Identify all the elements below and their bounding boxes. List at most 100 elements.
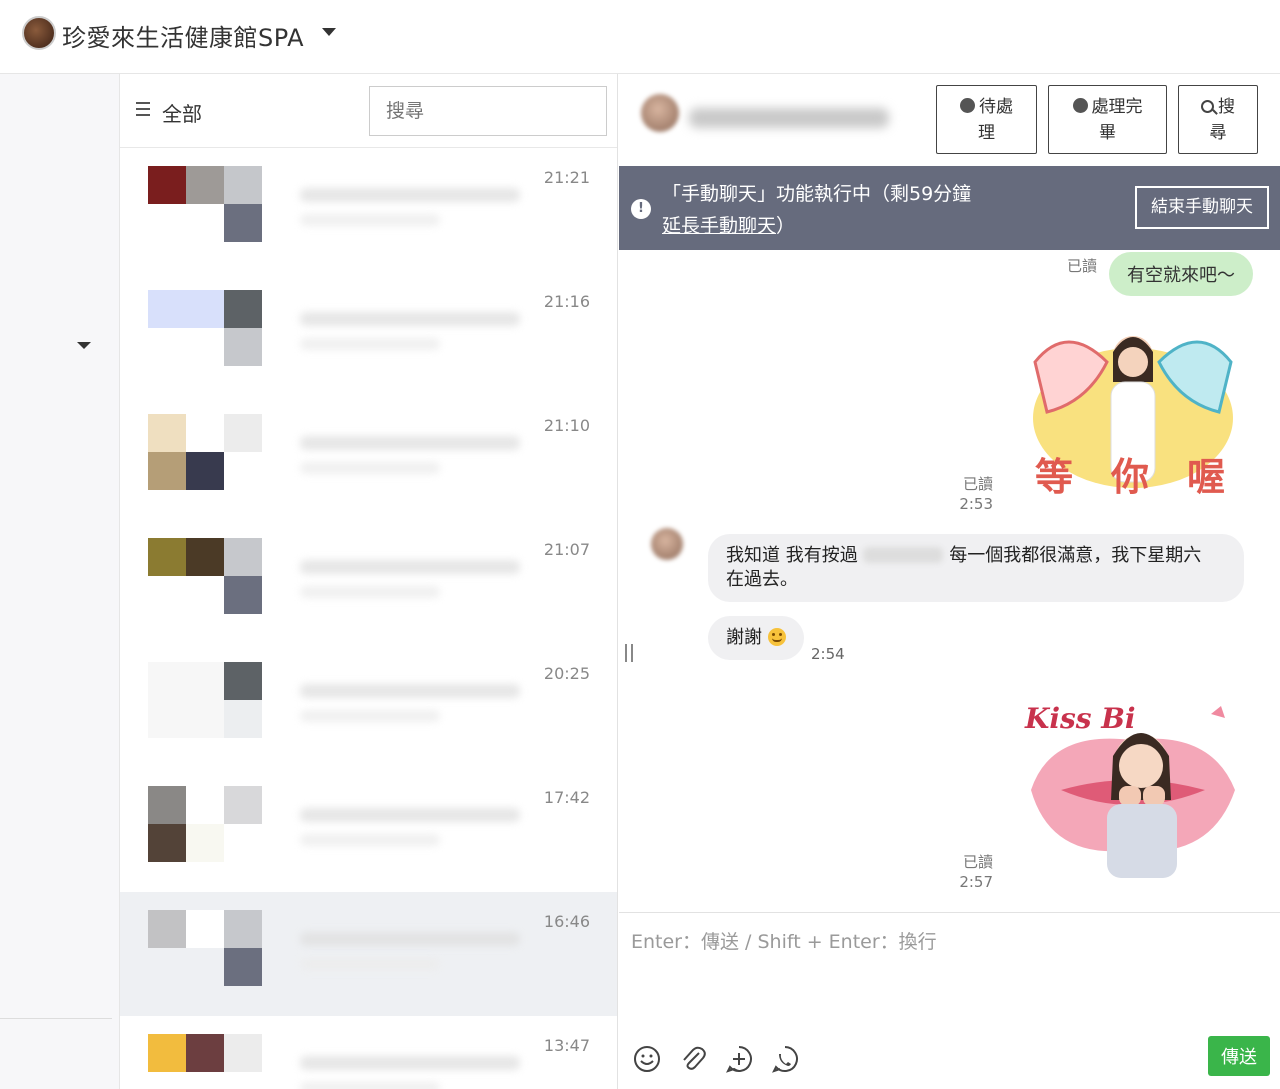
conversation-time: 20:25 [543, 664, 590, 683]
conversation-name-redacted [300, 1056, 520, 1070]
incoming-message-bubble: 我知道 我有按過 每一個我都很滿意，我下星期六 在過去。 [708, 534, 1244, 602]
read-receipt: 已讀 [1066, 257, 1097, 275]
search-label-line2: 尋 [1209, 123, 1227, 143]
conversation-time: 17:42 [543, 788, 590, 807]
banner-status-text: 「手動聊天」功能執行中（剩59分鐘 [662, 183, 972, 205]
conversation-name-redacted [300, 560, 520, 574]
pending-button[interactable]: 待處 理 [936, 85, 1037, 154]
add-message-icon[interactable] [725, 1045, 753, 1073]
chat-pane: 待處 理 處理完 畢 搜 尋 ! 「手動聊天」功能執行中（剩59分鐘 延長手動聊… [619, 74, 1280, 1089]
redacted-text [863, 547, 944, 563]
sticker2-read-receipt: 已讀 2:57 [949, 852, 993, 892]
left-rail [0, 74, 120, 1089]
banner-line2: 延長手動聊天） [662, 211, 795, 238]
sticker1-char-3: 喔 [1187, 455, 1225, 499]
conversation-name-redacted [300, 436, 520, 450]
conversation-avatar [148, 662, 262, 738]
conversation-item[interactable]: 13:47 [120, 1016, 617, 1089]
conversation-name-redacted [300, 188, 520, 202]
conversation-time: 21:10 [543, 416, 590, 435]
top-bar: 珍愛來生活健康館SPA [0, 0, 1280, 74]
filter-label[interactable]: 全部 [162, 98, 202, 127]
sticker1-read-receipt: 已讀 2:53 [949, 474, 993, 514]
sticker1-time: 2:53 [959, 495, 993, 513]
conversation-preview-redacted [300, 462, 440, 474]
message-input[interactable] [619, 913, 1280, 1023]
chat-header: 待處 理 處理完 畢 搜 尋 [619, 74, 1280, 166]
conversation-preview-redacted [300, 958, 440, 970]
search-label-line1: 搜 [1218, 97, 1235, 117]
manual-chat-banner: ! 「手動聊天」功能執行中（剩59分鐘 延長手動聊天） 結束手動聊天 [619, 166, 1280, 250]
done-label-line1: 處理完 [1091, 97, 1143, 117]
contact-name-redacted[interactable] [689, 108, 889, 128]
sticker2-text: Kiss Bi [1024, 702, 1136, 735]
conversation-item[interactable]: 17:42 [120, 768, 617, 892]
thanks-text: 謝謝 [726, 627, 762, 648]
sticker2-read-label: 已讀 [962, 853, 993, 871]
conversation-list-pane: 全部 21:21 21:16 21:10 21:07 20:25 17:42 16:46 13… [120, 74, 618, 1089]
conversation-time: 21:07 [543, 540, 590, 559]
conversation-search-input[interactable] [369, 86, 607, 136]
done-label-line2: 畢 [1099, 123, 1116, 143]
kiss-sticker[interactable]: Kiss Bi [1021, 690, 1241, 880]
conversation-time: 21:21 [543, 168, 590, 187]
sticker1-read-label: 已讀 [962, 475, 993, 493]
pending-label-line1: 待處 [979, 97, 1013, 117]
incoming-text-c: 在過去。 [726, 569, 798, 590]
conversation-avatar [148, 910, 262, 986]
message-area: 已讀 有空就來吧～ 已讀 2:53 等 你 喔 我知道 我有按過 每一個我都很滿… [619, 250, 1280, 912]
conversation-item[interactable]: 21:21 [120, 148, 617, 272]
conversation-preview-redacted [300, 1082, 440, 1089]
voice-call-icon[interactable] [771, 1045, 799, 1073]
thanks-time: 2:54 [811, 645, 845, 663]
conversation-avatar [148, 290, 262, 366]
thanks-message-bubble: 謝謝 [708, 616, 804, 660]
paperclip-icon[interactable] [679, 1045, 707, 1073]
list-header: 全部 [120, 74, 617, 148]
check-circle-icon [1072, 98, 1088, 113]
account-name[interactable]: 珍愛來生活健康館SPA [62, 18, 304, 53]
conversation-item[interactable]: 21:10 [120, 396, 617, 520]
send-button[interactable]: 傳送 [1208, 1036, 1270, 1076]
incoming-text-a: 我知道 我有按過 [726, 545, 858, 566]
conversation-item[interactable]: 21:07 [120, 520, 617, 644]
rail-dropdown-caret-icon[interactable] [77, 342, 91, 349]
conversation-time: 16:46 [543, 912, 590, 931]
conversation-time: 13:47 [543, 1036, 590, 1055]
conversation-preview-redacted [300, 834, 440, 846]
emoji-icon[interactable] [633, 1045, 661, 1073]
chat-search-button[interactable]: 搜 尋 [1178, 85, 1258, 154]
account-dropdown-caret-icon[interactable] [322, 28, 336, 36]
conversation-item[interactable]: 21:16 [120, 272, 617, 396]
conversation-name-redacted [300, 932, 520, 946]
sender-avatar[interactable] [651, 528, 683, 560]
account-logo[interactable] [22, 16, 56, 50]
resize-handle[interactable] [625, 644, 633, 662]
pending-label-line2: 理 [978, 123, 995, 143]
conversation-time: 21:16 [543, 292, 590, 311]
outgoing-message-bubble: 有空就來吧～ [1109, 252, 1253, 296]
wait-for-you-sticker[interactable]: 等 你 喔 [1027, 322, 1239, 502]
hamburger-menu-icon[interactable] [136, 102, 150, 116]
conversation-preview-redacted [300, 338, 440, 350]
contact-avatar[interactable] [641, 94, 679, 132]
conversation-avatar [148, 166, 262, 242]
conversation-avatar [148, 538, 262, 614]
conversation-avatar [148, 786, 262, 862]
rail-divider [0, 1018, 112, 1019]
smile-emoji-icon [767, 628, 786, 646]
end-manual-chat-button[interactable]: 結束手動聊天 [1135, 186, 1269, 229]
incoming-text-b: 每一個我都很滿意，我下星期六 [949, 545, 1202, 566]
conversation-preview-redacted [300, 710, 440, 722]
extend-manual-chat-link[interactable]: 延長手動聊天 [662, 215, 776, 237]
chat-bubble-icon [960, 98, 975, 113]
conversation-avatar [148, 1034, 262, 1089]
sticker1-char-2: 你 [1110, 455, 1149, 499]
done-button[interactable]: 處理完 畢 [1048, 85, 1167, 154]
conversation-item[interactable]: 16:46 [120, 892, 617, 1016]
conversation-item[interactable]: 20:25 [120, 644, 617, 768]
conversation-preview-redacted [300, 586, 440, 598]
conversation-preview-redacted [300, 214, 440, 226]
sticker2-time: 2:57 [959, 873, 993, 891]
conversation-name-redacted [300, 808, 520, 822]
